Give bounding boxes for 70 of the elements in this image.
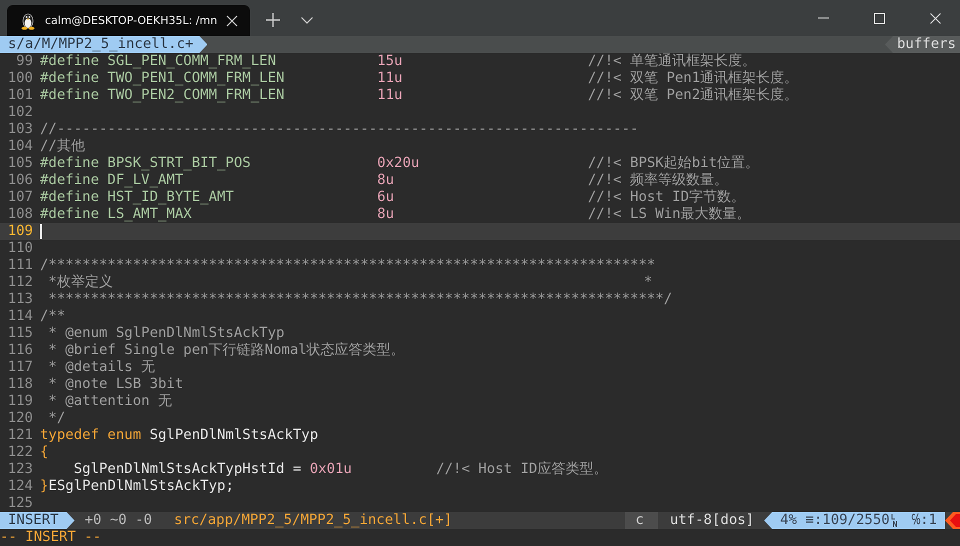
warning-indicator-icon — [945, 512, 960, 529]
close-icon[interactable] — [930, 12, 941, 24]
minimize-icon[interactable] — [818, 17, 829, 19]
line-number: 103 — [6, 121, 33, 138]
filetype-label: c — [625, 512, 658, 529]
code-line: * @enum SglPenDlNmlStsAckTyp — [47, 325, 284, 341]
line-number: 124 — [6, 478, 33, 495]
code-line: * @note LSB 3bit — [47, 376, 184, 392]
line-number: 122 — [6, 444, 33, 461]
line-number: 110 — [6, 240, 33, 257]
code-line: #define SGL_PEN_COMM_FRM_LEN 15u //!< 单笔通讯框架长度。 — [40, 53, 756, 69]
line-number: 100 — [6, 70, 33, 87]
code-line: SglPenDlNmlStsAckTypHstId = 0x01u //!< Host ID应答类型。 — [72, 461, 608, 477]
line-number: 112 — [6, 274, 33, 291]
line-number: 120 — [6, 410, 33, 427]
command-line: -- INSERT -- — [0, 529, 102, 545]
code-line: * @details 无 — [47, 359, 156, 375]
line-number: 113 — [6, 291, 33, 308]
code-line: #define HST_ID_BYTE_AMT 6u //!< Host ID字节数。 — [40, 189, 746, 205]
line-number-icon — [890, 514, 898, 527]
line-number: 102 — [6, 104, 33, 121]
code-line: *枚举定义 * — [47, 274, 652, 290]
mode-indicator: INSERT — [0, 512, 75, 529]
code-line: #define LS_AMT_MAX 8u //!< LS Win最大数量。 — [40, 206, 751, 222]
code-line: * @brief Single pen下行链路Nomal状态应答类型。 — [47, 342, 405, 358]
column-text: ℅:1 — [912, 512, 937, 529]
file-path: src/app/MPP2_5/MPP2_5_incell.c[+] — [173, 512, 454, 529]
code-line: */ — [47, 410, 66, 426]
code-line: //其他 — [40, 138, 85, 154]
line-number: 104 — [6, 138, 33, 155]
line-number: 99 — [15, 53, 33, 70]
line-number: 114 — [6, 308, 33, 325]
line-number: 117 — [6, 359, 33, 376]
code-line: * @attention 无 — [47, 393, 172, 409]
buffers-label: buffers — [884, 36, 960, 53]
line-number: 108 — [6, 206, 33, 223]
line-number: 111 — [6, 257, 33, 274]
buffer-tab[interactable]: s/a/M/MPP2_5_incell.c+ — [0, 36, 208, 53]
git-hunks: +0 ~0 -0 — [84, 512, 154, 529]
position-text: 4% ≡:109/2550 — [780, 512, 890, 529]
code-line: #define BPSK_STRT_BIT_POS 0x20u //!< BPSK起始bit位置。 — [40, 155, 760, 171]
code-line: #define TWO_PEN1_COMM_FRM_LEN 11u //!< 双笔 Pen1通讯框架长度。 — [40, 70, 798, 86]
maximize-icon[interactable] — [874, 12, 885, 24]
code-line: typedef enum SglPenDlNmlStsAckTyp — [40, 427, 318, 443]
code-line: }ESglPenDlNmlStsAckTyp; — [40, 478, 234, 494]
line-number: 116 — [6, 342, 33, 359]
line-number: 115 — [6, 325, 33, 342]
line-number: 118 — [6, 376, 33, 393]
code-line: /** — [40, 308, 66, 324]
line-number: 106 — [6, 172, 33, 189]
code-line: #define DF_LV_AMT 8u //!< 频率等级数量。 — [40, 172, 728, 188]
line-number: 109 — [6, 223, 33, 240]
plus-icon[interactable] — [266, 13, 280, 27]
line-number: 125 — [6, 495, 33, 512]
terminal-tab[interactable]: calm@DESKTOP-OEKH35L: /mn — [7, 5, 250, 36]
code-line: //--------------------------------------------------------------------- — [40, 121, 638, 137]
chevron-down-icon[interactable] — [301, 16, 314, 24]
penguin-icon — [20, 12, 36, 30]
code-line: /************************************************************************ — [40, 257, 656, 273]
line-number: 105 — [6, 155, 33, 172]
line-number: 119 — [6, 393, 33, 410]
line-number: 101 — [6, 87, 33, 104]
line-number: 123 — [6, 461, 33, 478]
line-number: 107 — [6, 189, 33, 206]
code-line: *************************************************************************/ — [47, 291, 672, 307]
line-number: 121 — [6, 427, 33, 444]
close-icon[interactable] — [226, 14, 238, 26]
code-line: #define TWO_PEN2_COMM_FRM_LEN 11u //!< 双笔 Pen2通讯框架长度。 — [40, 87, 798, 103]
code-line: { — [40, 444, 48, 460]
text-cursor — [40, 224, 42, 239]
